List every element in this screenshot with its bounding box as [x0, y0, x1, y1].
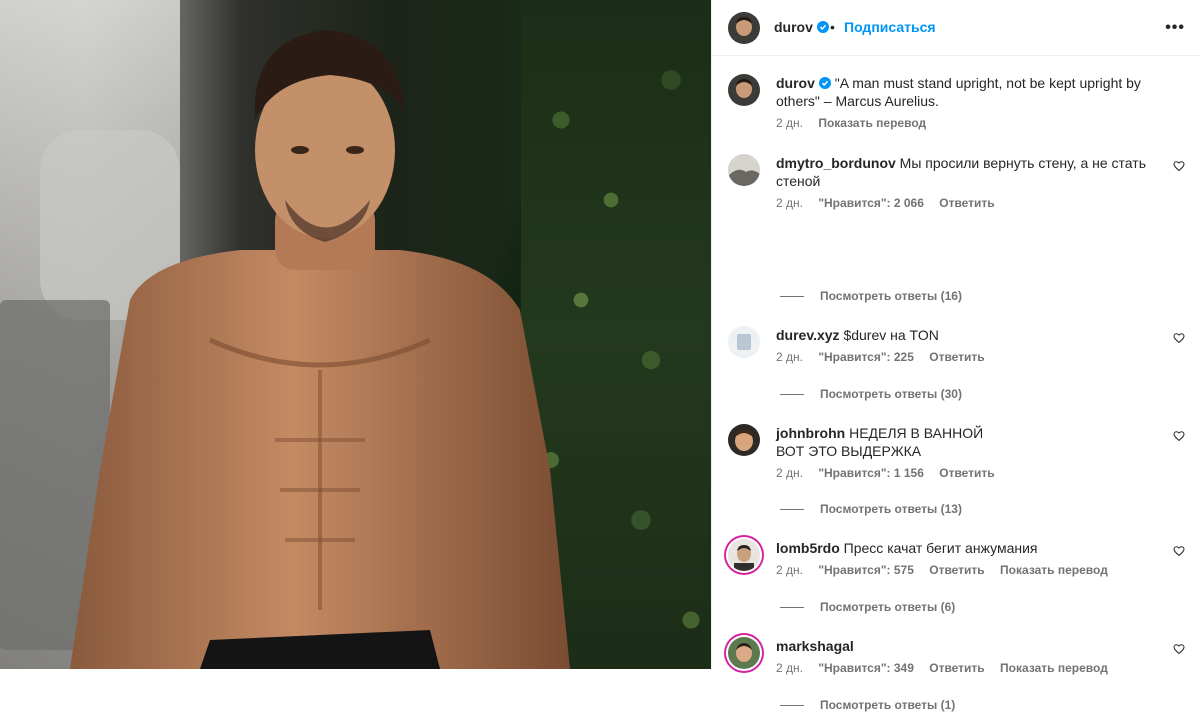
commenter-avatar[interactable]	[728, 154, 760, 186]
post-header: durov • Подписаться •••	[712, 0, 1200, 56]
like-heart-icon[interactable]	[1173, 430, 1185, 442]
verified-badge-icon	[818, 77, 831, 89]
author-username[interactable]: durov	[774, 19, 829, 35]
comment-time[interactable]: 2 дн.	[776, 466, 803, 480]
commenter-avatar-story-ring[interactable]	[728, 539, 760, 571]
replies-divider	[780, 394, 804, 396]
like-heart-icon[interactable]	[1173, 160, 1185, 172]
comment-likes[interactable]: "Нравится": 1 156	[818, 466, 924, 480]
show-translation-link[interactable]: Показать перевод	[818, 116, 926, 130]
header-separator: •	[830, 19, 835, 35]
show-translation-link[interactable]: Показать перевод	[1000, 563, 1108, 577]
replies-divider	[780, 509, 804, 511]
post-photo[interactable]	[0, 0, 711, 669]
comment-time[interactable]: 2 дн.	[776, 350, 803, 364]
comment-time[interactable]: 2 дн.	[776, 563, 803, 577]
comment-text: Пресс качат бегит анжумания	[843, 540, 1038, 556]
replies-divider	[780, 705, 804, 707]
comment-text: $durev на TON	[843, 327, 939, 343]
reply-button[interactable]: Ответить	[929, 661, 984, 675]
view-replies-button[interactable]: Посмотреть ответы (30)	[780, 387, 962, 401]
reply-button[interactable]: Ответить	[929, 563, 984, 577]
more-options-icon[interactable]: •••	[1165, 19, 1185, 37]
view-replies-button[interactable]: Посмотреть ответы (1)	[780, 698, 955, 712]
like-heart-icon[interactable]	[1173, 332, 1185, 344]
verified-badge-icon	[816, 21, 829, 33]
caption-time[interactable]: 2 дн.	[776, 116, 803, 130]
reply-button[interactable]: Ответить	[929, 350, 984, 364]
author-avatar[interactable]	[728, 12, 760, 44]
view-replies-button[interactable]: Посмотреть ответы (13)	[780, 502, 962, 516]
comment-time[interactable]: 2 дн.	[776, 196, 803, 210]
view-replies-button[interactable]: Посмотреть ответы (6)	[780, 600, 955, 614]
comment-likes[interactable]: "Нравится": 575	[818, 563, 914, 577]
comment-username[interactable]: markshagal	[776, 638, 854, 654]
commenter-avatar[interactable]	[728, 326, 760, 358]
view-replies-button[interactable]: Посмотреть ответы (16)	[780, 289, 962, 303]
reply-button[interactable]: Ответить	[939, 466, 994, 480]
comment-likes[interactable]: "Нравится": 349	[818, 661, 914, 675]
reply-button[interactable]: Ответить	[939, 196, 994, 210]
comment-time[interactable]: 2 дн.	[776, 661, 803, 675]
comment-likes[interactable]: "Нравится": 225	[818, 350, 914, 364]
post-side-panel: durov • Подписаться ••• durov "A man mus…	[711, 0, 1200, 712]
comment-username[interactable]: johnbrohn	[776, 425, 845, 441]
author-avatar[interactable]	[728, 74, 760, 106]
shirtless-man-figure	[70, 30, 570, 669]
caption-username[interactable]: durov	[776, 75, 815, 91]
show-translation-link[interactable]: Показать перевод	[1000, 661, 1108, 675]
comment-username[interactable]: dmytro_bordunov	[776, 155, 896, 171]
like-heart-icon[interactable]	[1173, 545, 1185, 557]
commenter-avatar-story-ring[interactable]	[728, 637, 760, 669]
commenter-avatar[interactable]	[728, 424, 760, 456]
like-heart-icon[interactable]	[1173, 643, 1185, 655]
follow-button[interactable]: Подписаться	[844, 19, 936, 35]
comment-username[interactable]: lomb5rdo	[776, 540, 840, 556]
comment-username[interactable]: durev.xyz	[776, 327, 840, 343]
replies-divider	[780, 296, 804, 298]
replies-divider	[780, 607, 804, 609]
comment-likes[interactable]: "Нравится": 2 066	[818, 196, 924, 210]
caption-text: "A man must stand upright, not be kept u…	[776, 75, 1141, 109]
